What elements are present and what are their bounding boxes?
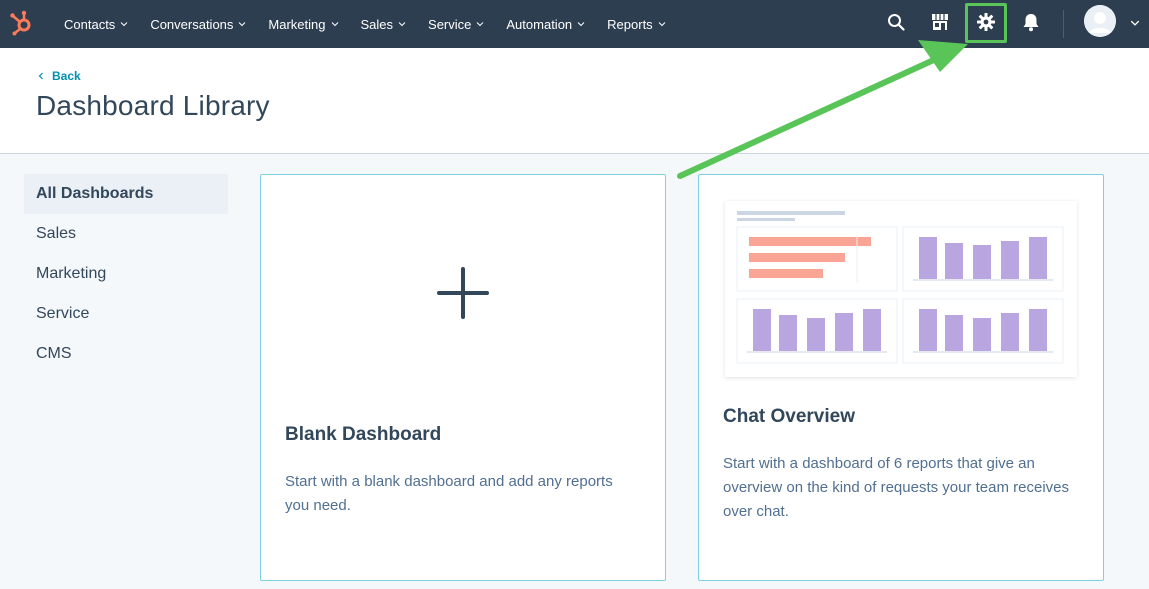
page-header: Back Dashboard Library [0, 48, 1149, 154]
nav-item-sales[interactable]: Sales [361, 17, 407, 32]
chevron-down-icon [658, 22, 666, 27]
user-avatar-icon [1084, 5, 1116, 37]
nav-divider [1063, 10, 1064, 38]
nav-item-contacts[interactable]: Contacts [64, 17, 128, 32]
top-navigation: Contacts Conversations Marketing Sales S… [0, 0, 1149, 48]
main-menu: Contacts Conversations Marketing Sales S… [64, 0, 688, 48]
nav-item-label: Contacts [64, 16, 116, 32]
avatar[interactable] [1084, 5, 1116, 37]
back-link[interactable]: Back [38, 69, 81, 83]
sidebar-item-service[interactable]: Service [24, 294, 228, 334]
card-title: Blank Dashboard [285, 424, 442, 445]
chevron-down-icon [477, 22, 484, 27]
page-title: Dashboard Library [36, 90, 270, 121]
search-icon [888, 14, 905, 31]
dashboard-preview-image [725, 201, 1077, 377]
card-description: Start with a dashboard of 6 reports that… [723, 455, 1070, 520]
sidebar-item-all-dashboards[interactable]: All Dashboards [24, 174, 228, 214]
chevron-down-icon [239, 22, 246, 27]
chevron-down-icon [398, 22, 406, 27]
chevron-down-icon[interactable] [1130, 18, 1140, 28]
sidebar-item-marketing[interactable]: Marketing [24, 254, 228, 294]
marketplace-button[interactable] [920, 0, 960, 44]
nav-item-automation[interactable]: Automation [506, 17, 585, 32]
category-sidebar: All Dashboards Sales Marketing Service C… [24, 174, 228, 374]
card-title: Chat Overview [723, 406, 855, 427]
nav-item-reports[interactable]: Reports [607, 17, 666, 32]
nav-item-service[interactable]: Service [428, 17, 484, 32]
nav-item-label: Automation [506, 16, 573, 32]
plus-icon [437, 267, 489, 319]
sidebar-item-cms[interactable]: CMS [24, 334, 228, 374]
hubspot-logo-icon[interactable] [8, 9, 36, 37]
chat-overview-card[interactable]: Chat Overview Start with a dashboard of … [698, 174, 1104, 581]
chevron-down-icon [577, 22, 585, 27]
nav-item-label: Conversations [150, 16, 234, 32]
nav-item-label: Sales [360, 16, 394, 32]
dashboard-thumbnail-icon [736, 211, 1064, 364]
search-button[interactable] [876, 0, 916, 44]
nav-item-label: Marketing [268, 16, 326, 32]
card-description: Start with a blank dashboard and add any… [285, 473, 613, 514]
chevron-down-icon [120, 22, 128, 27]
nav-item-marketing[interactable]: Marketing [268, 17, 338, 32]
chevron-left-icon [38, 72, 43, 80]
bell-icon [1023, 14, 1039, 32]
nav-item-label: Service [428, 16, 472, 32]
nav-item-label: Reports [607, 16, 653, 32]
chevron-down-icon [331, 22, 338, 27]
blank-dashboard-card[interactable]: Blank Dashboard Start with a blank dashb… [260, 174, 666, 581]
back-label: Back [52, 69, 81, 83]
settings-highlight-box [965, 3, 1007, 43]
notifications-button[interactable] [1011, 0, 1051, 44]
marketplace-icon [932, 14, 948, 30]
nav-item-conversations[interactable]: Conversations [150, 17, 246, 32]
sidebar-item-sales[interactable]: Sales [24, 214, 228, 254]
